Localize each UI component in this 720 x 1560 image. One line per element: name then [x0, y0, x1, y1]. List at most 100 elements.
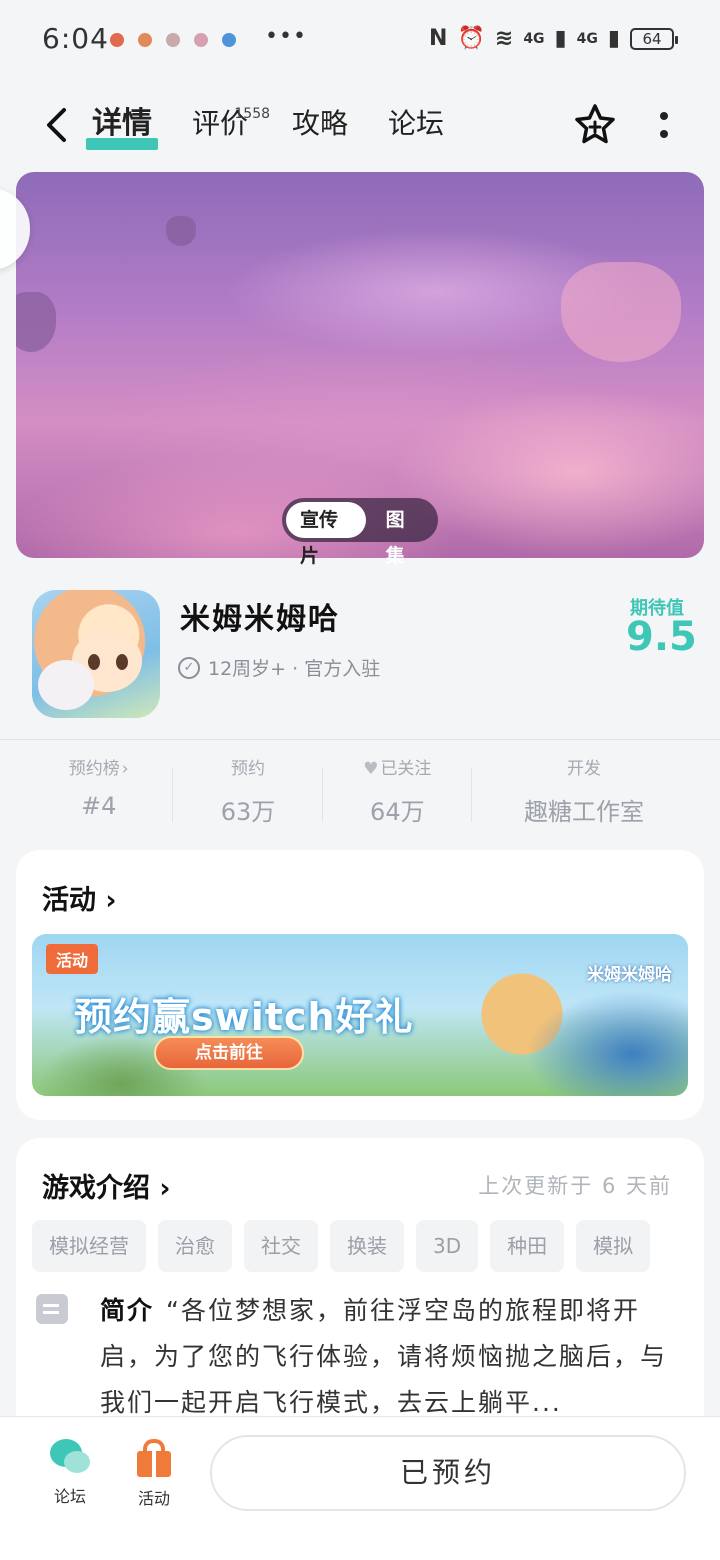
- notification-icon: [194, 33, 208, 47]
- stat-followers[interactable]: ♥ 已关注 64万: [323, 756, 473, 828]
- alarm-icon: ⏰: [457, 26, 485, 51]
- stat-value: 趣糖工作室: [523, 798, 644, 826]
- tab-label: 论坛: [388, 107, 445, 140]
- game-app-icon: [32, 590, 160, 718]
- forum-label: 论坛: [53, 1487, 86, 1506]
- gallery-option[interactable]: 图集: [372, 502, 434, 567]
- video-option[interactable]: 宣传片: [286, 502, 366, 567]
- nfc-icon: N: [429, 26, 448, 51]
- stat-label-wrap: ♥ 已关注: [323, 756, 472, 782]
- signal-icon-2: 4G: [576, 30, 598, 47]
- character-eye: [116, 654, 128, 670]
- battery-icon: 64: [630, 27, 678, 50]
- intro-title[interactable]: 游戏介绍 ›: [42, 1166, 171, 1205]
- star-add-icon: [575, 104, 615, 144]
- expectation-score: 9.5: [626, 614, 697, 660]
- activity-button[interactable]: 活动: [124, 1439, 184, 1509]
- media-switch: 宣传片 图集: [282, 498, 438, 567]
- stat-label: 开发: [566, 759, 601, 779]
- stat-label: 预约: [230, 759, 265, 779]
- stat-reservations: 预约 63万: [173, 756, 323, 828]
- status-right: N ⏰ ≋ 4G ▮ 4G ▮ 64: [429, 26, 678, 51]
- notification-icon: [222, 33, 236, 47]
- stat-reserve-rank[interactable]: 预约榜 › #4: [24, 756, 174, 828]
- tab-reviews[interactable]: 评价 1558: [190, 102, 270, 146]
- notification-icons: [110, 33, 236, 47]
- tag-item[interactable]: 种田: [490, 1220, 565, 1272]
- tag-item[interactable]: 社交: [244, 1220, 318, 1272]
- intro-text[interactable]: 简介 “各位梦想家，前往浮空岛的旅程即将开启，为了您的飞行体验，请将烦恼抛之脑后，…: [100, 1288, 670, 1426]
- gift-band: [152, 1449, 156, 1477]
- bottom-action-bar: 论坛 活动 已预约: [0, 1416, 720, 1560]
- stat-developer[interactable]: 开发 趣糖工作室: [472, 756, 696, 828]
- tag-item[interactable]: 治愈: [158, 1220, 232, 1272]
- divider: [0, 739, 720, 740]
- floating-island-image: [16, 292, 56, 352]
- signal-icon-1: 4G: [523, 30, 545, 47]
- chevron-left-icon: [47, 108, 66, 142]
- go-now-button[interactable]: 点击前往: [154, 1036, 304, 1070]
- stat-value: #4: [80, 792, 117, 820]
- notification-icon: [166, 33, 180, 47]
- activity-label: 活动: [137, 1489, 170, 1508]
- activity-tag: 活动: [46, 944, 99, 974]
- stat-label: 已关注: [380, 759, 432, 779]
- tag-item[interactable]: 模拟经营: [32, 1220, 146, 1272]
- dot: [660, 112, 668, 120]
- tab-guides[interactable]: 攻略: [290, 102, 350, 146]
- activity-title[interactable]: 活动 ›: [42, 878, 117, 917]
- last-updated-text: 上次更新于 6 天前: [478, 1174, 672, 1198]
- character-eye: [88, 654, 100, 670]
- stat-label: 预约榜: [68, 759, 120, 779]
- tab-label: 攻略: [292, 107, 349, 140]
- review-count-badge: 1558: [234, 106, 271, 122]
- status-bar: 6:04 ••• N ⏰ ≋ 4G ▮ 4G ▮ 64: [0, 0, 720, 80]
- top-nav: 详情 评价 1558 攻略 论坛: [0, 90, 720, 160]
- chevron-right-icon: ›: [121, 759, 129, 779]
- section-title: 活动: [42, 885, 96, 916]
- back-button[interactable]: [36, 100, 76, 150]
- tag-item[interactable]: 模拟: [576, 1220, 651, 1272]
- more-menu-button[interactable]: [650, 104, 678, 146]
- activity-card: 活动 › 活动 预约赢switch好礼 点击前往 米姆米姆哈: [16, 850, 704, 1120]
- tag-item[interactable]: 换装: [330, 1220, 404, 1272]
- reserved-button[interactable]: 已预约: [210, 1435, 686, 1511]
- game-logo: 米姆米姆哈: [587, 965, 672, 985]
- age-rating-text: 12周岁+ · 官方入驻: [208, 658, 381, 680]
- more-notifications-icon: •••: [265, 24, 307, 49]
- tab-details[interactable]: 详情: [86, 102, 158, 150]
- tab-forum[interactable]: 论坛: [386, 102, 446, 146]
- castle-island-image: [561, 262, 681, 362]
- tab-bar: 详情 评价 1558 攻略 论坛: [86, 102, 482, 150]
- stat-value: 63万: [220, 798, 276, 826]
- gift-icon: [135, 1439, 173, 1477]
- intro-label: 简介: [100, 1296, 155, 1325]
- signal-bars-icon: ▮: [554, 26, 567, 51]
- tag-item[interactable]: 3D: [416, 1220, 479, 1272]
- chevron-right-icon: ›: [159, 1173, 171, 1204]
- signal-bars-icon: ▮: [607, 26, 620, 51]
- notification-icon: [110, 33, 124, 47]
- floating-island-image: [166, 216, 196, 246]
- activity-banner[interactable]: 活动 预约赢switch好礼 点击前往 米姆米姆哈: [32, 934, 688, 1096]
- status-time: 6:04: [42, 22, 109, 55]
- document-icon: [36, 1294, 68, 1324]
- intro-body: “各位梦想家，前往浮空岛的旅程即将开启，为了您的飞行体验，请将烦恼抛之脑后，与我…: [100, 1296, 668, 1417]
- chat-bubble-icon: [50, 1439, 90, 1475]
- game-meta: ✓ 12周岁+ · 官方入驻: [178, 654, 380, 681]
- check-circle-icon: ✓: [178, 656, 200, 679]
- wifi-icon: ≋: [494, 26, 514, 51]
- chevron-right-icon: ›: [105, 885, 117, 916]
- tag-list: 模拟经营 治愈 社交 换装 3D 种田 模拟: [32, 1220, 651, 1272]
- heart-icon: ♥: [363, 759, 379, 779]
- favorite-button[interactable]: [572, 102, 618, 148]
- section-title: 游戏介绍: [42, 1173, 150, 1204]
- game-title: 米姆米姆哈: [180, 602, 340, 637]
- stat-label-wrap: 预约榜 ›: [24, 756, 173, 782]
- stat-value: 64万: [370, 798, 425, 826]
- forum-button[interactable]: 论坛: [40, 1439, 100, 1507]
- pet-image: [38, 660, 94, 710]
- notification-icon: [138, 33, 152, 47]
- tab-label: 详情: [92, 106, 152, 141]
- activity-headline: 预约赢switch好礼: [74, 995, 414, 1039]
